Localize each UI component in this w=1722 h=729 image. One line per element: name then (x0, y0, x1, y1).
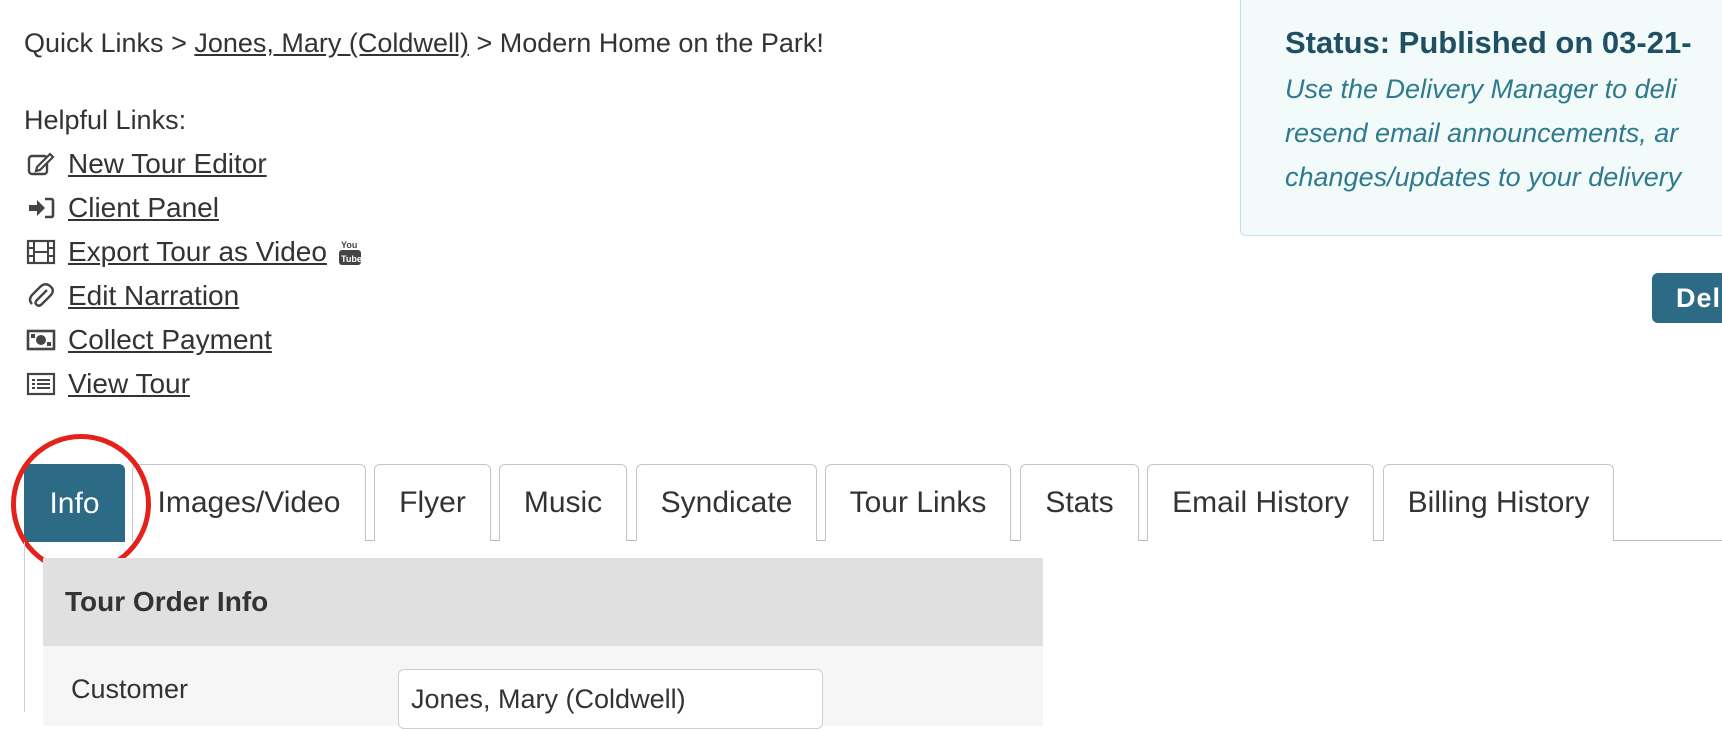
link-edit-narration[interactable]: Edit Narration (24, 274, 361, 318)
status-text-line: changes/updates to your delivery (1285, 162, 1682, 192)
breadcrumb-separator: > (171, 28, 187, 58)
edit-icon (24, 149, 58, 179)
breadcrumb-root: Quick Links (24, 28, 164, 58)
svg-text:Tube: Tube (341, 254, 361, 264)
helpful-links-title: Helpful Links: (24, 105, 187, 135)
breadcrumb-current: Modern Home on the Park! (499, 28, 824, 58)
breadcrumb-separator: > (476, 28, 493, 58)
list-icon (24, 369, 58, 399)
customer-field[interactable]: Jones, Mary (Coldwell) (398, 669, 823, 729)
tab-tour-links[interactable]: Tour Links (825, 464, 1011, 541)
view-tour-link[interactable]: View Tour (68, 368, 190, 400)
breadcrumb-customer-link[interactable]: Jones, Mary (Coldwell) (194, 28, 469, 58)
tab-music[interactable]: Music (499, 464, 627, 541)
youtube-icon: You Tube (338, 238, 362, 266)
client-panel-link[interactable]: Client Panel (68, 192, 219, 224)
breadcrumb: Quick Links > Jones, Mary (Coldwell) > M… (24, 28, 824, 59)
money-icon (24, 325, 58, 355)
tour-order-heading: Tour Order Info (43, 558, 1043, 646)
link-view-tour[interactable]: View Tour (24, 362, 361, 406)
tab-flyer[interactable]: Flyer (374, 464, 491, 541)
customer-label: Customer (71, 674, 189, 704)
helpful-links: Helpful Links: New Tour Editor Client Pa… (24, 102, 362, 406)
tab-stats[interactable]: Stats (1020, 464, 1139, 541)
delivery-manager-button[interactable]: Del (1652, 273, 1722, 323)
link-export-video[interactable]: Export Tour as Video You Tube (24, 230, 362, 274)
edit-narration-link[interactable]: Edit Narration (68, 280, 239, 312)
export-video-link[interactable]: Export Tour as Video (68, 236, 327, 268)
link-new-tour-editor[interactable]: New Tour Editor (24, 142, 361, 186)
status-panel: Status: Published on 03-21- Use the Deli… (1240, 0, 1722, 236)
svg-text:You: You (341, 240, 357, 250)
film-icon (24, 237, 58, 267)
link-collect-payment[interactable]: Collect Payment (24, 318, 361, 362)
tour-order-panel: Tour Order Info Customer Jones, Mary (Co… (24, 542, 1045, 729)
tab-billing-history[interactable]: Billing History (1383, 464, 1614, 541)
collect-payment-link[interactable]: Collect Payment (68, 324, 272, 356)
new-tour-editor-link[interactable]: New Tour Editor (68, 148, 267, 180)
status-text-line: Use the Delivery Manager to deli (1285, 74, 1677, 104)
tab-syndicate[interactable]: Syndicate (636, 464, 817, 541)
link-client-panel[interactable]: Client Panel (24, 186, 361, 230)
tab-email-history[interactable]: Email History (1147, 464, 1374, 541)
tab-info[interactable]: Info (24, 464, 125, 542)
tab-images-video[interactable]: Images/Video (132, 464, 366, 541)
paperclip-icon (24, 281, 58, 311)
sign-in-icon (24, 193, 58, 223)
status-text-line: resend email announcements, ar (1285, 118, 1679, 148)
status-title: Status: Published on 03-21- (1285, 25, 1692, 60)
